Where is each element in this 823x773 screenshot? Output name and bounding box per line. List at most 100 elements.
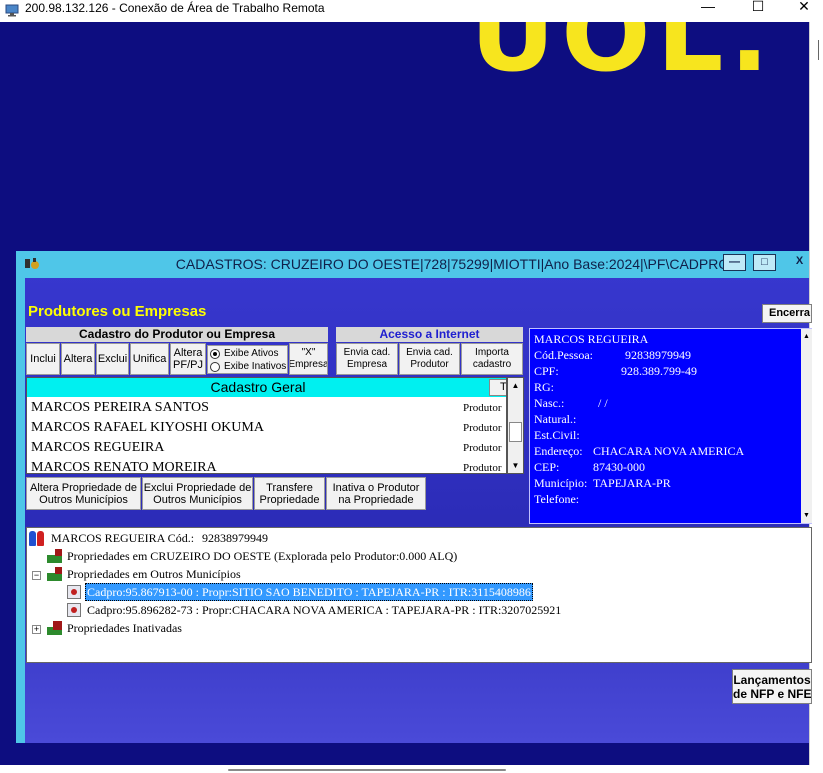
envia-cad-empresa-button[interactable]: Envia cad. Empresa: [336, 343, 398, 375]
app-maximize-button[interactable]: □: [753, 254, 776, 271]
produtor-details-panel: MARCOS REGUEIRA Cód.Pessoa: 92838979949 …: [529, 328, 812, 524]
altera-pf-pj-button[interactable]: Altera PF/PJ: [170, 343, 206, 375]
cadpro-icon: [67, 603, 81, 617]
list-header-title: Cadastro Geral: [210, 379, 306, 395]
list-item-tipo: Produtor: [463, 402, 502, 414]
x-empresa-button[interactable]: "X" Empresa: [289, 343, 328, 375]
inativa-produtor-button[interactable]: Inativa o Produtor na Propriedade: [326, 477, 426, 510]
municipio-label: Município:: [534, 476, 588, 490]
section-title: Produtores ou Empresas: [28, 303, 207, 320]
list-header: Cadastro Geral Tipo: [27, 378, 506, 397]
municipio-value: TAPEJARA-PR: [593, 476, 671, 490]
exibe-radio-group: Exibe Ativos Exibe Inativos: [207, 345, 288, 374]
cep-label: CEP:: [534, 460, 560, 474]
tree-root-label: MARCOS REGUEIRA Cód.:: [51, 531, 195, 545]
cod-pessoa-value: 92838979949: [625, 348, 691, 362]
app-minimize-button[interactable]: —: [723, 254, 746, 271]
app-close-button[interactable]: X: [788, 254, 811, 271]
exibe-inativos-radio[interactable]: Exibe Inativos: [210, 360, 286, 373]
propriedades-tree[interactable]: MARCOS REGUEIRA Cód.: 92838979949 Propri…: [26, 527, 812, 663]
list-scrollbar[interactable]: ▲ ▼: [507, 377, 524, 474]
propriedade-inativa-icon: [47, 621, 62, 635]
lancamentos-sublabel: de NFP e NFE: [733, 687, 812, 701]
horizontal-scroll-grip[interactable]: [228, 769, 506, 771]
natural-label: Natural.:: [534, 412, 577, 426]
minimize-button[interactable]: —: [688, 0, 728, 14]
tree-node-outros-label: Propriedades em Outros Municípios: [67, 567, 241, 581]
collapse-icon[interactable]: −: [32, 571, 41, 580]
altera-button[interactable]: Altera: [61, 343, 95, 375]
cod-pessoa-label: Cód.Pessoa:: [534, 348, 594, 362]
wallpaper-logo: UOL.: [470, 22, 776, 95]
encerra-button[interactable]: Encerra: [762, 304, 812, 323]
list-item-name: MARCOS REGUEIRA: [31, 440, 165, 455]
rdp-window-title: 200.98.132.126 - Conexão de Área de Trab…: [25, 1, 325, 15]
tree-child-label-selected: Cadpro:95.867913-00 : Propr:SITIO SAO BE…: [85, 583, 533, 601]
telefone-label: Telefone:: [534, 492, 580, 506]
app-titlebar: CADASTROS: CRUZEIRO DO OESTE|728|75299|M…: [16, 251, 809, 278]
nasc-label: Nasc.:: [534, 396, 565, 410]
cpf-label: CPF:: [534, 364, 559, 378]
endereco-value: CHACARA NOVA AMERICA: [593, 444, 745, 458]
expand-icon[interactable]: +: [32, 625, 41, 634]
transfere-propriedade-button[interactable]: Transfere Propriedade: [254, 477, 325, 510]
radio-unchecked-icon: [210, 361, 220, 372]
lancamentos-label: Lançamentos: [733, 673, 811, 687]
exibe-ativos-label: Exibe Ativos: [224, 348, 279, 359]
importa-cadastro-button[interactable]: Importa cadastro: [461, 343, 523, 375]
list-item-name: MARCOS PEREIRA SANTOS: [31, 400, 209, 415]
altera-propriedade-button[interactable]: Altera Propriedade de Outros Municípios: [26, 477, 141, 510]
cep-value: 87430-000: [593, 460, 645, 474]
nasc-value: / /: [598, 396, 608, 410]
list-item-tipo: Produtor: [463, 422, 502, 434]
envia-cad-produtor-button[interactable]: Envia cad. Produtor: [399, 343, 460, 375]
tree-root[interactable]: MARCOS REGUEIRA Cód.: 92838979949: [29, 530, 268, 546]
close-button[interactable]: ✕: [784, 0, 823, 14]
tree-node-inativadas[interactable]: Propriedades Inativadas: [47, 620, 182, 636]
radio-checked-icon: [210, 348, 220, 359]
unifica-button[interactable]: Unifica: [130, 343, 169, 375]
list-item[interactable]: MARCOS PEREIRA SANTOS Produtor: [27, 398, 506, 418]
window-border: [16, 278, 25, 743]
list-item[interactable]: MARCOS RAFAEL KIYOSHI OKUMA Produtor: [27, 418, 506, 438]
scrollbar-thumb[interactable]: [818, 40, 819, 60]
est-civil-label: Est.Civil:: [534, 428, 580, 442]
cpf-value: 928.389.799-49: [621, 364, 697, 378]
tree-node-inativadas-label: Propriedades Inativadas: [67, 621, 182, 635]
list-item-name: MARCOS RAFAEL KIYOSHI OKUMA: [31, 420, 264, 435]
scroll-up-icon[interactable]: ▲: [801, 329, 812, 344]
scroll-up-icon[interactable]: ▲: [508, 378, 523, 393]
cadastro-geral-list[interactable]: Cadastro Geral Tipo MARCOS PEREIRA SANTO…: [26, 377, 507, 474]
lancamentos-nfp-nfe-button[interactable]: Lançamentos de NFP e NFE: [732, 669, 812, 704]
details-scrollbar[interactable]: ▲ ▼: [801, 329, 812, 523]
endereco-label: Endereço:: [534, 444, 583, 458]
inclui-button[interactable]: Inclui: [26, 343, 60, 375]
list-item-tipo: Produtor: [463, 442, 502, 454]
tree-root-code: 92838979949: [202, 531, 269, 545]
scroll-down-icon[interactable]: ▼: [508, 458, 523, 473]
tree-child-label: Cadpro:95.896282-73 : Propr:CHACARA NOVA…: [87, 603, 562, 617]
list-item-tipo: Produtor: [463, 462, 502, 474]
app-window-title: CADASTROS: CRUZEIRO DO OESTE|728|75299|M…: [175, 256, 730, 272]
propriedade-icon: [47, 567, 62, 581]
tree-node-outros[interactable]: Propriedades em Outros Municípios: [47, 566, 241, 582]
tipo-column-header[interactable]: Tipo: [489, 379, 506, 396]
exclui-button[interactable]: Exclui: [96, 343, 129, 375]
cadpro-icon: [67, 585, 81, 599]
tree-node-cruzeiro-label: Propriedades em CRUZEIRO DO OESTE (Explo…: [67, 549, 458, 563]
tree-child[interactable]: Cadpro:95.896282-73 : Propr:CHACARA NOVA…: [67, 602, 561, 618]
list-item[interactable]: MARCOS REGUEIRA Produtor: [27, 438, 506, 458]
tree-node-cruzeiro[interactable]: Propriedades em CRUZEIRO DO OESTE (Explo…: [47, 548, 457, 564]
list-item-name: MARCOS RENATO MOREIRA: [31, 460, 217, 474]
cadastros-window: CADASTROS: CRUZEIRO DO OESTE|728|75299|M…: [16, 251, 812, 743]
detail-name: MARCOS REGUEIRA: [534, 332, 649, 346]
list-item[interactable]: MARCOS RENATO MOREIRA Produtor: [27, 458, 506, 474]
exclui-propriedade-button[interactable]: Exclui Propriedade de Outros Municípios: [142, 477, 253, 510]
tree-child[interactable]: Cadpro:95.867913-00 : Propr:SITIO SAO BE…: [67, 583, 533, 601]
scroll-down-icon[interactable]: ▼: [801, 508, 812, 523]
maximize-button[interactable]: ☐: [738, 0, 778, 14]
list-scroll-thumb[interactable]: [509, 422, 522, 442]
produtor-icon: [29, 530, 47, 546]
propriedade-icon: [47, 549, 62, 563]
exibe-ativos-radio[interactable]: Exibe Ativos: [210, 347, 278, 360]
